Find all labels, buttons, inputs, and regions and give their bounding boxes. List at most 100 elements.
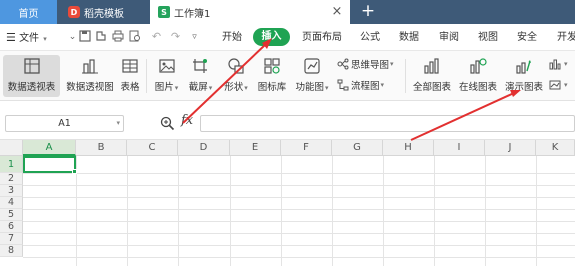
fx-icon[interactable]: fx [181,113,193,128]
print-icon[interactable] [111,30,124,44]
menu-tab-view[interactable]: 视图 [478,30,498,46]
column-header-k[interactable]: K [536,140,575,156]
name-box[interactable]: A1 ▾ [5,115,124,132]
column-header-c[interactable]: C [127,140,178,156]
undo-icon[interactable]: ↶ [150,30,163,44]
select-all-corner[interactable] [0,140,23,156]
all-charts-button[interactable]: 全部图表 [411,55,453,97]
column-header-d[interactable]: D [178,140,230,156]
column-header-b[interactable]: B [76,140,127,156]
menu-tab-security[interactable]: 安全 [517,30,537,46]
screenshot-button[interactable]: 截屏▾ [185,55,216,97]
tab-home[interactable]: 首页 [0,0,57,24]
column-header-g[interactable]: G [332,140,383,156]
pivot-table-icon [22,57,42,75]
icon-library-label: 图标库 [257,82,287,93]
row-header-2[interactable]: 2 [0,173,23,185]
menu-tab-developer[interactable]: 开发 [557,30,575,46]
row-header-5[interactable]: 5 [0,209,23,221]
column-header-h[interactable]: H [383,140,434,156]
grid-line [23,173,575,174]
picture-icon [157,57,177,75]
function-chart-button[interactable]: 功能图▾ [292,55,332,97]
grid-line [23,221,575,222]
spreadsheet-grid[interactable]: A B C D E F G H I J K 1 2 3 4 5 6 7 8 [0,140,575,266]
formula-input[interactable] [200,115,575,132]
row-header-7[interactable]: 7 [0,233,23,245]
save-icon[interactable] [78,30,91,44]
new-tab-icon[interactable]: + [360,1,376,21]
row-header-3[interactable]: 3 [0,185,23,197]
pivot-chart-icon [80,57,100,75]
picture-label: 图片▾ [154,82,179,93]
tab-home-label: 首页 [18,8,39,20]
column-header-e[interactable]: E [230,140,281,156]
flowchart-button[interactable]: 流程图 ▾ [337,78,384,92]
menu-tab-insert[interactable]: 插入 [253,28,290,46]
function-chart-icon [302,57,322,75]
redo-icon[interactable]: ↷ [169,30,182,44]
menu-tab-review[interactable]: 审阅 [439,30,459,46]
chevron-down-icon[interactable]: ▿ [188,30,201,44]
tab-templates-label: 稻壳模板 [84,8,124,20]
row-header-6[interactable]: 6 [0,221,23,233]
icon-library-button[interactable]: 图标库 [254,55,290,97]
grid-line [23,209,575,210]
chevron-down-icon[interactable]: ▾ [116,116,120,131]
column-header-j[interactable]: J [485,140,536,156]
column-header-a[interactable]: A [23,140,76,156]
grid-line [23,233,575,234]
all-charts-label: 全部图表 [412,82,451,93]
picture-button[interactable]: 图片▾ [151,55,182,97]
table-button[interactable]: 表格 [118,55,142,97]
grid-line [23,197,575,198]
icon-library-icon [262,57,282,75]
menu-tab-page-layout[interactable]: 页面布局 [302,30,342,46]
tab-templates[interactable]: D 稻壳模板 [58,0,148,24]
pivot-chart-button[interactable]: 数据透视图 [62,55,118,97]
shape-button[interactable]: 形状▾ [220,55,252,97]
online-chart-button[interactable]: 在线图表 [457,55,499,97]
mindmap-button[interactable]: 思维导图 ▾ [337,57,394,71]
pivot-chart-label: 数据透视图 [66,82,114,93]
tab-workbook[interactable]: S 工作簿1 [150,0,350,24]
daoke-icon: D [68,6,80,18]
online-chart-icon [468,57,488,75]
ribbon-separator [405,59,406,93]
menu-tab-home[interactable]: 开始 [222,30,242,46]
screenshot-label: 截屏▾ [188,82,213,93]
export-icon[interactable] [94,30,107,44]
print-preview-icon[interactable] [128,30,141,44]
row-header-1[interactable]: 1 [0,156,23,173]
pivot-table-label: 数据透视表 [7,82,56,93]
close-tab-icon[interactable]: × [330,4,344,20]
menu-bar: ☰ 文件 ▾ ⌄ ↶ ↷ ▿ 开始 插入 页面布局 公式 数据 审阅 视图 安全… [0,24,575,51]
more-charts-button-2[interactable]: ▾ [549,78,568,92]
function-chart-label: 功能图▾ [295,82,329,93]
title-bar: 首页 D 稻壳模板 S 工作簿1 × + [0,0,575,24]
more-charts-button[interactable]: ▾ [549,57,568,71]
demo-chart-icon [514,57,534,75]
table-icon [120,57,140,75]
menu-tab-formulas[interactable]: 公式 [360,30,380,46]
table-label: 表格 [120,82,140,93]
file-menu[interactable]: ☰ 文件 ▾ [6,30,47,46]
zoom-icon[interactable] [160,116,175,131]
column-header-f[interactable]: F [281,140,332,156]
fill-handle[interactable] [72,169,77,174]
active-cell-a1[interactable] [23,156,76,173]
spreadsheet-icon: S [158,6,170,18]
grid-line [23,245,575,246]
screenshot-icon [191,57,211,75]
shape-icon [226,57,246,75]
flowchart-icon [337,79,349,91]
row-header-8[interactable]: 8 [0,245,23,257]
row-header-4[interactable]: 4 [0,197,23,209]
shape-label: 形状▾ [224,82,248,93]
demo-chart-button[interactable]: 演示图表 [503,55,545,97]
ribbon-separator [146,59,147,93]
pivot-table-button[interactable]: 数据透视表 [3,55,60,97]
menu-tab-data[interactable]: 数据 [399,30,419,46]
column-header-i[interactable]: I [434,140,485,156]
grid-line [23,257,575,258]
